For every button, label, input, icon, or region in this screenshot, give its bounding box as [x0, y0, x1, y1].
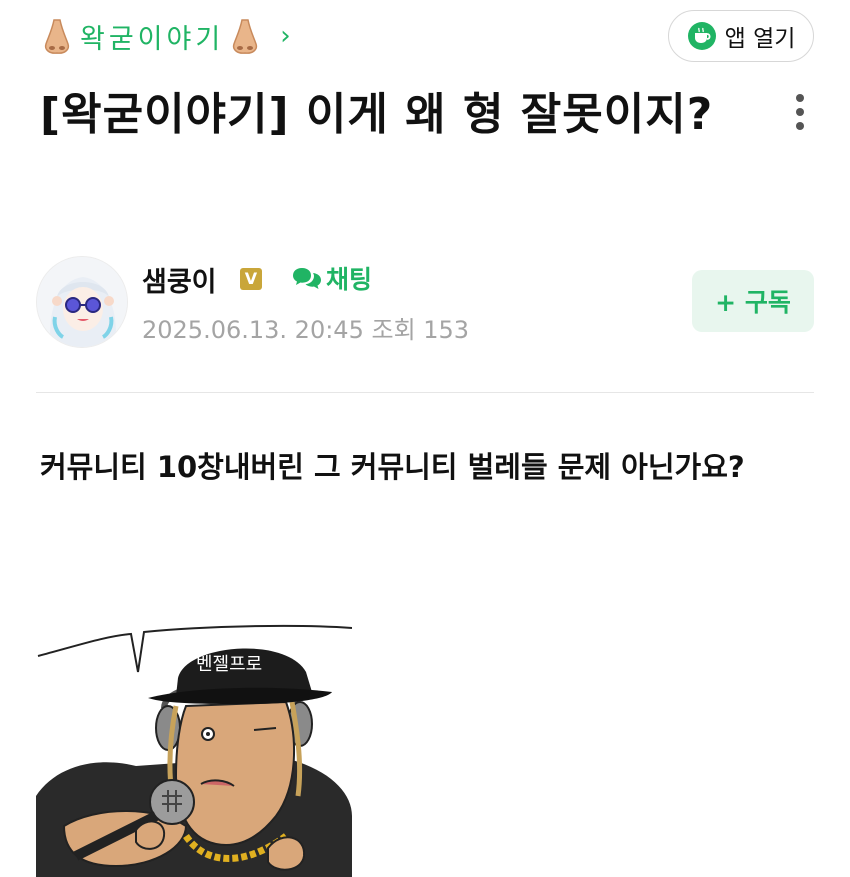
- post-date: 2025.06.13. 20:45: [142, 316, 364, 344]
- avatar[interactable]: [36, 256, 128, 348]
- chat-label: 채팅: [326, 265, 373, 294]
- kebab-icon[interactable]: [790, 94, 810, 134]
- chat-bubble-icon: [293, 268, 321, 289]
- nose-icon: [228, 16, 262, 56]
- chat-button[interactable]: 채팅: [292, 260, 372, 296]
- post-title: [왁굳이야기] 이게 왜 형 잘못이지?: [40, 89, 714, 140]
- top-bar: 왁굳이야기 › 앱 열기: [40, 8, 814, 64]
- open-app-label: 앱 열기: [724, 26, 796, 52]
- comic-image[interactable]: 벤젤프로: [36, 616, 352, 877]
- open-app-button[interactable]: 앱 열기: [668, 10, 814, 62]
- post-meta: 2025.06.13. 20:45 조회 153: [142, 310, 469, 345]
- cafe-link[interactable]: 왁굳이야기 ›: [40, 12, 291, 60]
- chevron-right-icon: ›: [280, 21, 291, 51]
- nose-icon: [40, 16, 74, 56]
- verified-badge: V: [240, 268, 262, 290]
- subscribe-button[interactable]: + 구독: [692, 270, 814, 332]
- cap-text: 벤젤프로: [196, 654, 262, 675]
- author-row: 샘쿵이 V 채팅 2025.06.13. 20:45 조회 153 + 구독: [36, 256, 814, 348]
- divider: [36, 392, 814, 393]
- view-count: 조회 153: [371, 316, 470, 344]
- author-name[interactable]: 샘쿵이: [142, 260, 217, 299]
- cafe-name: 왁굳이야기: [80, 23, 225, 55]
- post-body: 커뮤니티 10창내버린 그 커뮤니티 벌레들 문제 아닌가요?: [40, 450, 745, 484]
- coffee-cup-icon: [687, 22, 716, 50]
